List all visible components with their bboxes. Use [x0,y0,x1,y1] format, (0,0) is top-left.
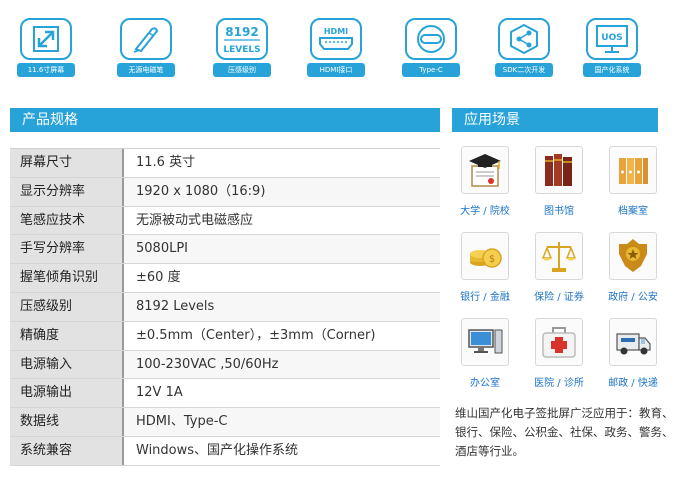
scene-label: 大学 / 院校 [460,206,510,217]
icon-text-levels: LEVELS [223,45,260,55]
spec-value: HDMI、Type-C [124,408,440,436]
scene-library: 图书馆 [522,146,596,217]
spec-label: 数据线 [10,408,124,436]
scene-archives: 档案室 [596,146,670,217]
spec-row: 电源输入 100-230VAC ,50/60Hz [10,350,440,380]
feature-label: SDK二次开发 [495,63,553,77]
pen-icon [120,18,172,60]
scene-university: 大学 / 院校 [448,146,522,217]
spec-row: 笔感应技术 无源被动式电磁感应 [10,206,440,236]
scene-post: 邮政 / 快递 [596,318,670,389]
feature-hdmi: HDMI HDMI接口 [304,18,368,77]
feature-type-c: Type-C [399,18,463,77]
expand-arrow-icon [20,18,72,60]
spec-value: 1920 x 1080（16:9) [124,177,440,206]
spec-value: 12V 1A [124,379,440,408]
graduation-cap-icon [461,146,509,194]
spec-value: 无源被动式电磁感应 [124,206,440,235]
spec-label: 电源输出 [10,379,124,408]
computer-icon [461,318,509,366]
type-c-icon [405,18,457,60]
sdk-share-icon [498,18,550,60]
scene-label: 档案室 [618,206,648,217]
specs-table: 屏幕尺寸 11.6 英寸 显示分辨率 1920 x 1080（16:9) 笔感应技术… [10,148,440,466]
feature-label: 国产化系统 [583,63,641,77]
spec-value: 8192 Levels [124,292,440,321]
scene-office: 办公室 [448,318,522,389]
spec-label: 系统兼容 [10,436,124,465]
scene-label: 图书馆 [544,206,574,217]
spec-value: 5080LPI [124,235,440,264]
spec-label: 笔感应技术 [10,206,124,235]
spec-row: 显示分辨率 1920 x 1080（16:9) [10,177,440,207]
scene-bank: $ 银行 / 金融 [448,232,522,303]
scene-label: 医院 / 诊所 [534,378,584,389]
spec-row: 手写分辨率 5080LPI [10,235,440,265]
spec-value: 11.6 英寸 [124,149,440,177]
spec-row: 握笔倾角识别 ±60 度 [10,264,440,293]
spec-label: 压感级别 [10,292,124,321]
spec-label: 精确度 [10,321,124,350]
feature-label: HDMI接口 [307,63,365,77]
spec-value: 100-230VAC ,50/60Hz [124,350,440,379]
specs-section-title: 产品规格 [10,108,440,132]
feature-os: UOS 国产化系统 [580,18,644,77]
icon-text-uos: UOS [601,33,622,43]
scene-insurance: 保险 / 证券 [522,232,596,303]
scene-label: 办公室 [470,378,500,389]
feature-label: 11.6寸屏幕 [17,63,75,77]
scene-hospital: 医院 / 诊所 [522,318,596,389]
spec-value: ±60 度 [124,264,440,292]
spec-row: 系统兼容 Windows、国产化操作系统 [10,436,440,466]
icon-text-hdmi: HDMI [324,27,348,36]
spec-value: ±0.5mm（Center），±3mm（Corner) [124,321,440,350]
first-aid-kit-icon [535,318,583,366]
scene-label: 邮政 / 快递 [608,378,658,389]
pressure-levels-icon: 8192 LEVELS [216,18,268,60]
file-cabinet-icon [609,146,657,194]
spec-row: 精确度 ±0.5mm（Center），±3mm（Corner) [10,321,440,351]
feature-pen: 无源电磁笔 [114,18,178,77]
feature-label: Type-C [402,63,460,77]
delivery-truck-icon [609,318,657,366]
spec-row: 屏幕尺寸 11.6 英寸 [10,149,440,178]
feature-pressure: 8192 LEVELS 压感级别 [210,18,274,77]
scene-label: 银行 / 金融 [460,292,510,303]
feature-sdk: SDK二次开发 [492,18,556,77]
feature-label: 压感级别 [213,63,271,77]
gold-coins-icon: $ [461,232,509,280]
scenes-section-title: 应用场景 [452,108,658,132]
spec-value: Windows、国产化操作系统 [124,436,440,465]
spec-row: 电源输出 12V 1A [10,379,440,409]
feature-icons: 11.6寸屏幕 无源电磁笔 8192 LEVELS 压感级别 HDMI HDMI… [14,18,676,82]
hdmi-icon: HDMI [310,18,362,60]
spec-label: 握笔倾角识别 [10,264,124,292]
svg-text:$: $ [489,254,495,265]
spec-label: 显示分辨率 [10,177,124,206]
scene-label: 保险 / 证券 [534,292,584,303]
scene-government: 政府 / 公安 [596,232,670,303]
feature-label: 无源电磁笔 [117,63,175,77]
spec-row: 数据线 HDMI、Type-C [10,408,440,437]
books-icon [535,146,583,194]
icon-text-8192: 8192 [225,25,258,39]
spec-label: 屏幕尺寸 [10,149,124,177]
uos-monitor-icon: UOS [586,18,638,60]
spec-label: 电源输入 [10,350,124,379]
spec-label: 手写分辨率 [10,235,124,264]
scenes-description: 维山国产化电子签批屏广泛应用于：教育、银行、保险、公积金、社保、政务、警务、酒店… [455,406,674,458]
feature-screen-size: 11.6寸屏幕 [14,18,78,77]
police-badge-icon [609,232,657,280]
spec-row: 压感级别 8192 Levels [10,292,440,322]
scene-label: 政府 / 公安 [608,292,658,303]
scales-icon [535,232,583,280]
